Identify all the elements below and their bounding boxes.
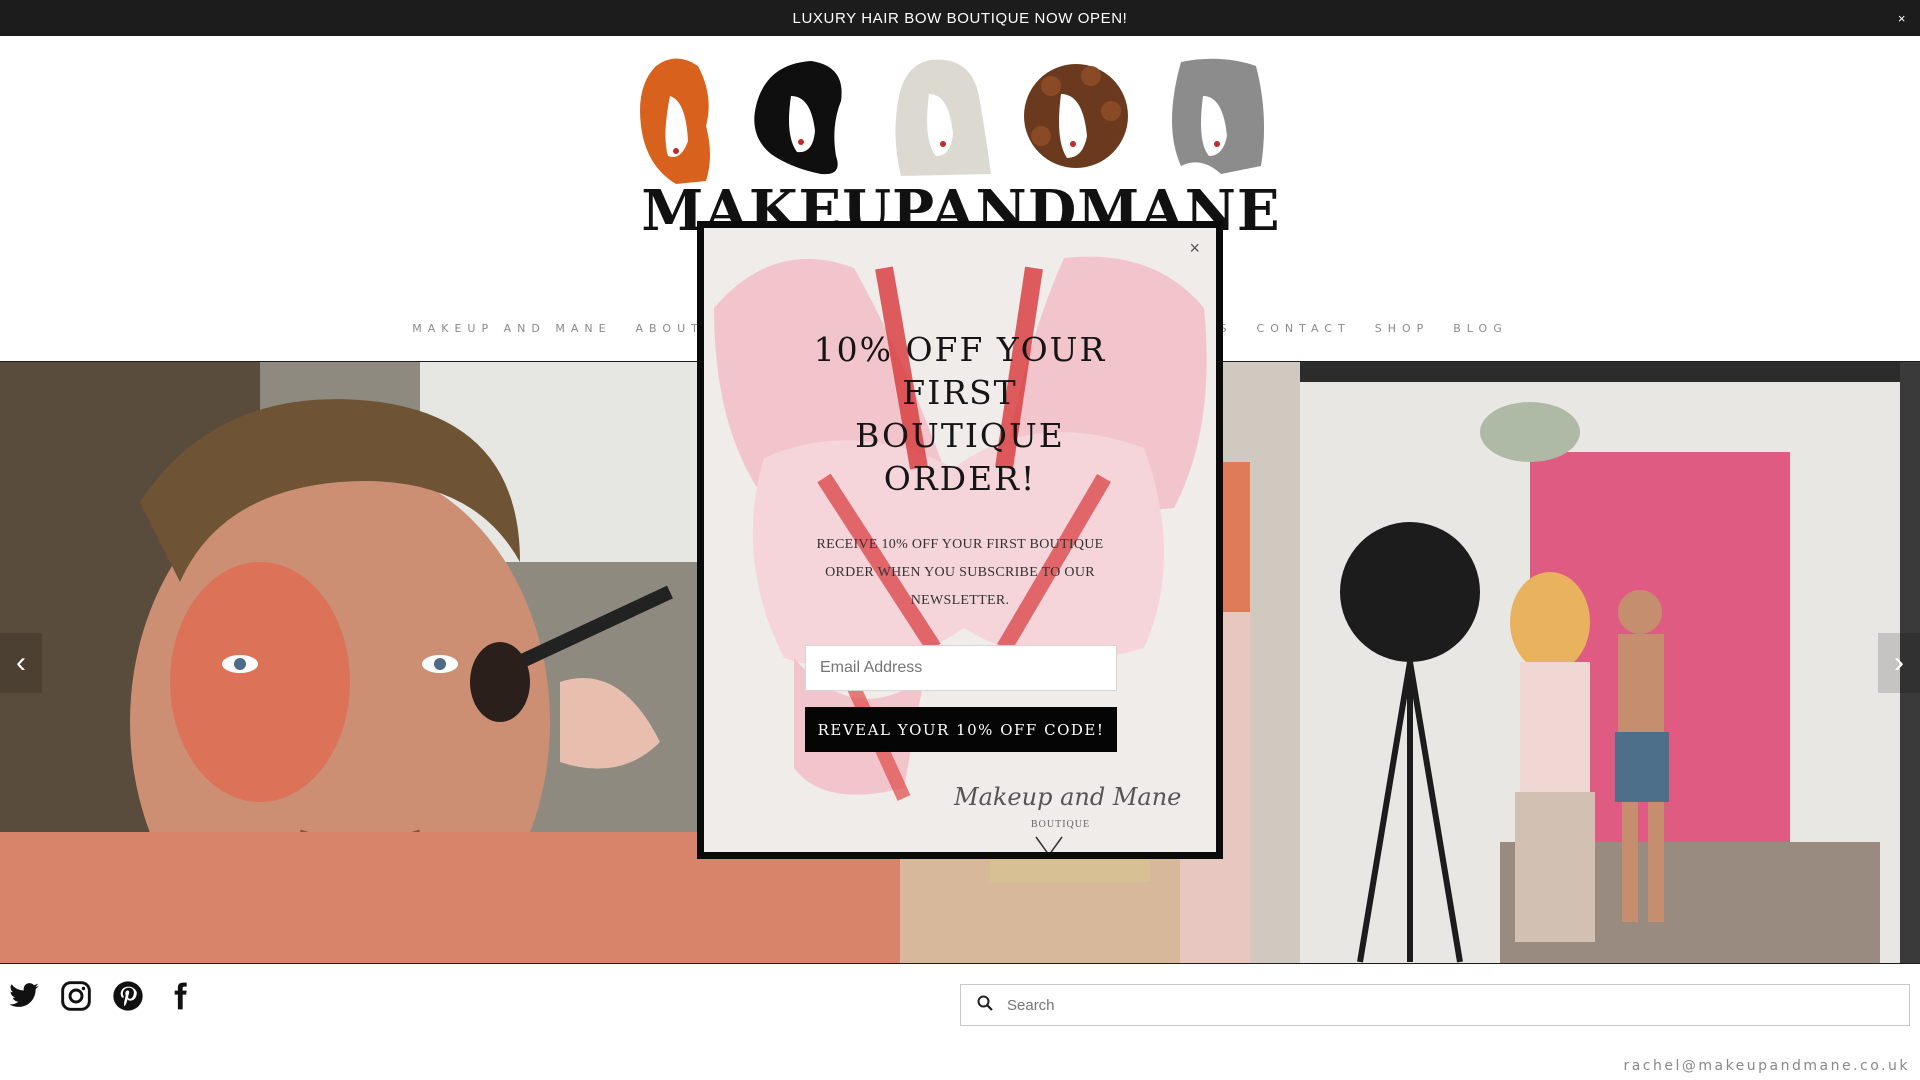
nav-item-shop[interactable]: SHOP — [1363, 318, 1442, 342]
popup-email-field[interactable] — [805, 645, 1117, 691]
search-bar[interactable] — [960, 984, 1910, 1026]
contact-email[interactable]: rachel@makeupandmane.co.uk — [1623, 1058, 1910, 1074]
announcement-close-button[interactable]: × — [1884, 0, 1920, 36]
pinterest-icon[interactable] — [112, 980, 144, 1012]
site-logo[interactable]: MAKEUPANDMANE — [636, 56, 1286, 241]
twitter-icon[interactable] — [8, 980, 40, 1012]
slideshow-next-button[interactable]: › — [1878, 633, 1920, 693]
announcement-text: LUXURY HAIR BOW BOUTIQUE NOW OPEN! — [792, 9, 1128, 27]
popup-title: 10% OFF YOUR FIRST BOUTIQUE ORDER! — [813, 330, 1107, 498]
search-icon — [977, 995, 993, 1016]
facebook-icon[interactable] — [164, 980, 196, 1012]
newsletter-popup: × 10% OFF YOUR FIRST BOUTIQUE ORDER! REC… — [697, 221, 1223, 859]
chevron-down-icon — [1035, 836, 1063, 852]
reveal-code-button[interactable]: REVEAL YOUR 10% OFF CODE! — [805, 707, 1117, 752]
nav-item-contact[interactable]: CONTACT — [1245, 318, 1363, 342]
signature-subtext: BOUTIQUE — [1031, 819, 1091, 830]
nav-item-makeup-and-mane[interactable]: MAKEUP AND MANE — [400, 318, 623, 342]
logo-faces-illustration — [640, 58, 1265, 184]
popup-content: × 10% OFF YOUR FIRST BOUTIQUE ORDER! REC… — [704, 228, 1216, 852]
popup-description: RECEIVE 10% OFF YOUR FIRST BOUTIQUE ORDE… — [816, 537, 1104, 608]
slide-image-studio-backdrop — [1300, 362, 1900, 964]
social-links — [8, 980, 196, 1012]
popup-close-button[interactable]: × — [1189, 238, 1200, 259]
announcement-bar: LUXURY HAIR BOW BOUTIQUE NOW OPEN! × — [0, 0, 1920, 36]
slideshow-prev-button[interactable]: ‹ — [0, 633, 42, 693]
nav-item-blog[interactable]: BLOG — [1441, 318, 1519, 342]
signature-text: Makeup and Mane — [954, 783, 1182, 811]
instagram-icon[interactable] — [60, 980, 92, 1012]
search-input[interactable] — [1007, 996, 1887, 1014]
slideshow-divider — [0, 963, 1920, 964]
